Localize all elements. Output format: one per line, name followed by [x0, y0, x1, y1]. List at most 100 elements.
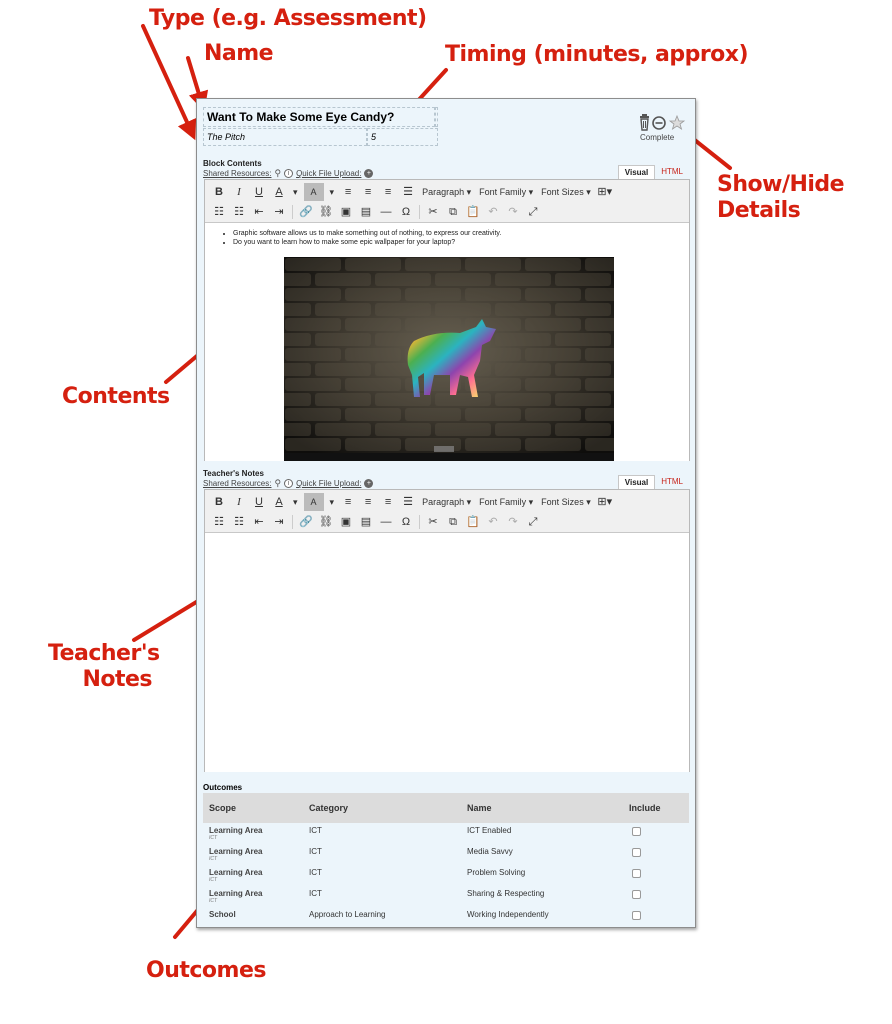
align-center-icon[interactable]: ≡	[360, 183, 376, 201]
tab-visual[interactable]: Visual	[617, 165, 656, 179]
tab-visual[interactable]: Visual	[617, 475, 656, 489]
include-checkbox[interactable]	[632, 848, 641, 857]
numbered-list-icon[interactable]: ☷	[231, 513, 247, 531]
include-checkbox[interactable]	[632, 911, 641, 920]
numbered-list-icon[interactable]: ☷	[231, 203, 247, 221]
table-icon[interactable]: ⊞▾	[597, 493, 613, 511]
search-icon[interactable]: ⚲	[274, 478, 281, 489]
redo-icon[interactable]: ↷	[505, 513, 521, 531]
info-icon[interactable]: i	[284, 479, 294, 488]
align-left-icon[interactable]: ≡	[340, 493, 356, 511]
category-cell: Approach to Learning	[309, 910, 386, 919]
teachers-notes-body[interactable]	[205, 533, 689, 772]
font-sizes-dropdown[interactable]: Font Sizes ▾	[541, 187, 591, 198]
font-family-dropdown[interactable]: Font Family ▾	[479, 497, 533, 508]
trash-icon[interactable]	[640, 114, 649, 131]
paste-icon[interactable]: 📋	[465, 513, 481, 531]
media-icon[interactable]: ▤	[358, 203, 374, 221]
underline-button[interactable]: U	[251, 183, 267, 201]
unlink-icon[interactable]: ⛓	[318, 513, 334, 531]
image-icon[interactable]: ▣	[338, 513, 354, 531]
indent-icon[interactable]: ⇥	[271, 513, 287, 531]
cut-icon[interactable]: ✂	[425, 513, 441, 531]
paragraph-dropdown[interactable]: Paragraph ▾	[422, 187, 471, 198]
quick-file-upload-link[interactable]: Quick File Upload:	[296, 479, 361, 488]
bg-color-button[interactable]: A	[303, 493, 324, 511]
copy-icon[interactable]: ⧉	[445, 513, 461, 531]
align-left-icon[interactable]: ≡	[340, 183, 356, 201]
shared-resources-link[interactable]: Shared Resources:	[203, 169, 271, 178]
font-color-dropdown-icon[interactable]: ▾	[293, 187, 298, 198]
table-icon[interactable]: ⊞▾	[597, 183, 613, 201]
quick-file-upload-link[interactable]: Quick File Upload:	[296, 169, 361, 178]
outdent-icon[interactable]: ⇤	[251, 513, 267, 531]
annotation-show-hide-line1: Show/Hide	[717, 172, 845, 197]
align-right-icon[interactable]: ≡	[380, 183, 396, 201]
star-icon[interactable]	[668, 114, 686, 130]
include-checkbox[interactable]	[632, 869, 641, 878]
block-contents-tabs: Visual HTML	[617, 165, 689, 179]
image-icon[interactable]: ▣	[338, 203, 354, 221]
bold-button[interactable]: B	[211, 493, 227, 511]
align-justify-icon[interactable]: ☰	[400, 183, 416, 201]
font-color-button[interactable]: A	[271, 493, 287, 511]
italic-button[interactable]: I	[231, 183, 247, 201]
redo-icon[interactable]: ↷	[505, 203, 521, 221]
table-row: Learning Area ICT ICT Media Savvy	[203, 844, 689, 865]
tab-html[interactable]: HTML	[655, 165, 689, 179]
media-icon[interactable]: ▤	[358, 513, 374, 531]
block-type-field[interactable]: The Pitch	[203, 128, 367, 146]
align-justify-icon[interactable]: ☰	[400, 493, 416, 511]
scope-cell: Learning Area ICT	[203, 826, 309, 841]
paragraph-dropdown[interactable]: Paragraph ▾	[422, 497, 471, 508]
bg-color-dropdown-icon[interactable]: ▾	[330, 497, 335, 508]
align-right-icon[interactable]: ≡	[380, 493, 396, 511]
bg-color-button[interactable]: A	[303, 183, 324, 201]
special-char-button[interactable]: Ω	[398, 203, 414, 221]
link-icon[interactable]: 🔗	[298, 513, 314, 531]
tab-html[interactable]: HTML	[655, 475, 689, 489]
link-icon[interactable]: 🔗	[298, 203, 314, 221]
include-cell	[629, 889, 689, 901]
search-icon[interactable]: ⚲	[274, 168, 281, 179]
collapse-icon[interactable]	[652, 116, 666, 130]
underline-button[interactable]: U	[251, 493, 267, 511]
undo-icon[interactable]: ↶	[485, 513, 501, 531]
unlink-icon[interactable]: ⛓	[318, 203, 334, 221]
bullet-list-icon[interactable]: ☷	[211, 513, 227, 531]
block-contents-body[interactable]: Graphic software allows us to make somet…	[205, 223, 689, 461]
scope-sub-text: ICT	[209, 898, 218, 904]
bold-button[interactable]: B	[211, 183, 227, 201]
add-icon[interactable]: +	[364, 169, 374, 178]
info-icon[interactable]: i	[284, 169, 294, 178]
block-timing-field[interactable]: 5	[367, 128, 438, 146]
font-family-dropdown[interactable]: Font Family ▾	[479, 187, 533, 198]
indent-icon[interactable]: ⇥	[271, 203, 287, 221]
align-center-icon[interactable]: ≡	[360, 493, 376, 511]
horizontal-rule-icon[interactable]: —	[378, 203, 394, 221]
bullet-list-icon[interactable]: ☷	[211, 203, 227, 221]
add-icon[interactable]: +	[364, 479, 374, 488]
cut-icon[interactable]: ✂	[425, 203, 441, 221]
paste-icon[interactable]: 📋	[465, 203, 481, 221]
copy-icon[interactable]: ⧉	[445, 203, 461, 221]
name-cell: Working Independently	[467, 910, 549, 919]
fullscreen-icon[interactable]: ⤢	[525, 513, 541, 531]
include-checkbox[interactable]	[632, 890, 641, 899]
font-color-button[interactable]: A	[271, 183, 287, 201]
shared-resources-link[interactable]: Shared Resources:	[203, 479, 271, 488]
block-title-field[interactable]: Want To Make Some Eye Candy?	[203, 107, 435, 127]
italic-button[interactable]: I	[231, 493, 247, 511]
font-family-label: Font Family	[479, 186, 527, 197]
horizontal-rule-icon[interactable]: —	[378, 513, 394, 531]
outdent-icon[interactable]: ⇤	[251, 203, 267, 221]
fullscreen-icon[interactable]: ⤢	[525, 203, 541, 221]
undo-icon[interactable]: ↶	[485, 203, 501, 221]
font-color-dropdown-icon[interactable]: ▾	[293, 497, 298, 508]
scope-cell: Learning Area ICT	[203, 889, 309, 904]
scope-text: Learning Area	[209, 826, 263, 835]
bg-color-dropdown-icon[interactable]: ▾	[330, 187, 335, 198]
include-checkbox[interactable]	[632, 827, 641, 836]
special-char-button[interactable]: Ω	[398, 513, 414, 531]
font-sizes-dropdown[interactable]: Font Sizes ▾	[541, 497, 591, 508]
